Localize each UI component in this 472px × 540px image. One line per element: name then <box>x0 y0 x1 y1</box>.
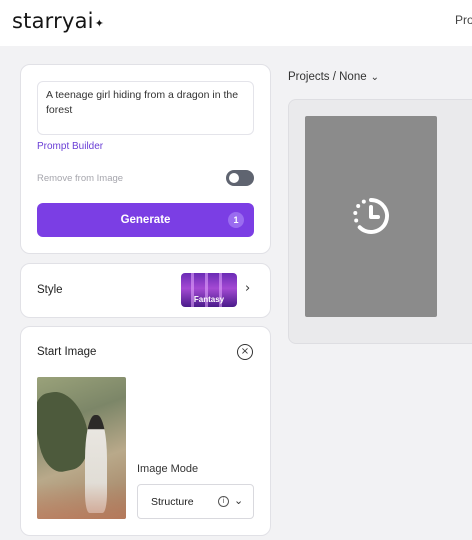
close-circle-icon[interactable]: × <box>237 344 253 360</box>
logo-text: starryai <box>12 9 94 33</box>
projects-dropdown[interactable]: Projects / None ⌄ <box>288 71 379 83</box>
info-icon[interactable]: i <box>218 496 229 507</box>
remove-from-image-toggle[interactable] <box>226 170 254 186</box>
style-card[interactable]: Style Fantasy › <box>20 263 271 318</box>
image-mode-select[interactable]: Structure i ⌄ <box>137 484 254 519</box>
chevron-right-icon[interactable]: › <box>245 281 250 296</box>
starryai-logo[interactable]: starryai✦ <box>12 9 104 33</box>
chevron-down-icon: ⌄ <box>234 494 244 507</box>
results-panel <box>288 99 472 344</box>
image-mode-value: Structure <box>151 496 194 508</box>
projects-label: Projects / None <box>288 71 367 83</box>
logo-star-icon: ✦ <box>94 17 105 30</box>
image-mode-label: Image Mode <box>137 463 199 475</box>
generate-button[interactable]: Generate 1 <box>37 203 254 237</box>
toggle-knob <box>229 173 239 183</box>
style-thumbnail-label: Fantasy <box>193 295 225 304</box>
nav-link-pro[interactable]: Pro <box>455 13 472 27</box>
style-thumbnail[interactable]: Fantasy <box>181 273 237 307</box>
clock-pending-icon <box>353 198 389 234</box>
generate-count-badge: 1 <box>228 212 244 228</box>
style-label: Style <box>37 284 63 296</box>
top-bar: starryai✦ Pro <box>0 0 472 46</box>
remove-from-image-label: Remove from Image <box>37 173 124 184</box>
start-image-card: Start Image × Image Mode Structure i ⌄ <box>20 326 271 536</box>
start-image-title: Start Image <box>37 346 97 358</box>
image-glow <box>37 483 126 519</box>
generate-button-label: Generate <box>120 214 171 226</box>
prompt-card: A teenage girl hiding from a dragon in t… <box>20 64 271 254</box>
start-image-preview[interactable] <box>37 377 126 519</box>
prompt-input[interactable]: A teenage girl hiding from a dragon in t… <box>37 81 254 135</box>
chevron-down-icon: ⌄ <box>370 72 380 83</box>
pending-image-tile[interactable] <box>305 116 437 317</box>
prompt-builder-link[interactable]: Prompt Builder <box>37 141 103 152</box>
